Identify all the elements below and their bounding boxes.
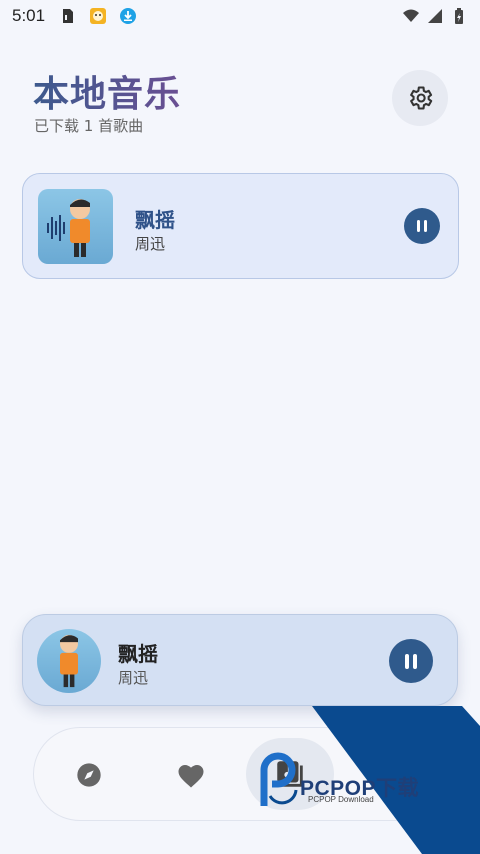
page-title: 本地音乐 [33, 65, 181, 117]
watermark-subtext: PCPOP Download [308, 795, 374, 804]
status-icons-left [59, 7, 137, 25]
nav-favorite[interactable] [174, 758, 208, 792]
status-bar: 5:01 [0, 0, 480, 32]
page-subtitle: 已下载 1 首歌曲 [34, 117, 144, 135]
app-notification-icon [90, 8, 107, 24]
pause-button[interactable] [404, 208, 440, 244]
sound-wave-icon [47, 215, 65, 241]
gear-icon [410, 86, 433, 110]
sim-card-icon [63, 9, 74, 23]
watermark-logo [260, 752, 298, 806]
battery-icon [455, 8, 463, 24]
heart-icon [178, 765, 204, 788]
download-icon [120, 8, 137, 24]
status-icons-right [402, 7, 468, 25]
mini-player-pause-button[interactable] [389, 639, 433, 683]
compass-icon [77, 763, 101, 787]
mini-player[interactable]: 飘摇 周迅 [22, 614, 458, 706]
wifi-icon [403, 9, 419, 22]
song-title: 飘摇 [135, 208, 175, 232]
song-artist: 周迅 [135, 235, 166, 253]
status-time: 5:01 [12, 6, 46, 25]
album-art-figure [60, 634, 78, 688]
settings-button[interactable] [392, 70, 448, 126]
mini-player-cover [37, 629, 101, 693]
pause-icon [405, 653, 417, 669]
nav-explore[interactable] [72, 758, 106, 792]
album-cover [38, 189, 113, 264]
mini-player-artist: 周迅 [118, 669, 149, 687]
song-list-item[interactable]: 飘摇 周迅 [22, 173, 459, 279]
mini-player-title: 飘摇 [118, 642, 158, 666]
pause-icon [417, 220, 427, 232]
signal-icon [428, 9, 442, 23]
